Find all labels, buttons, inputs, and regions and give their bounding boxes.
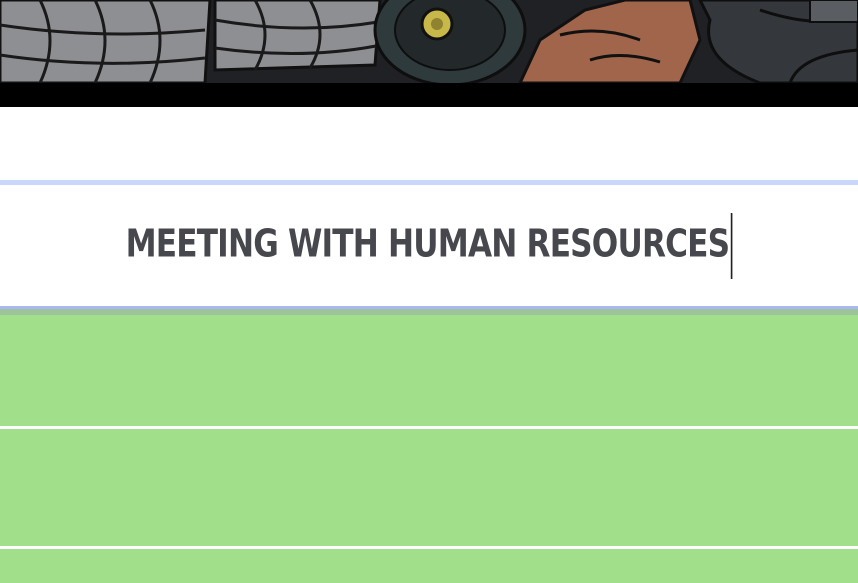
title-text[interactable]: MEETING WITH HUMAN RESOURCES xyxy=(126,221,730,265)
banner-bottom-bar xyxy=(0,83,858,107)
editable-title-block[interactable]: MEETING WITH HUMAN RESOURCES xyxy=(0,180,858,309)
comic-illustration xyxy=(0,0,858,83)
content-row[interactable] xyxy=(0,549,858,583)
title-text-wrapper[interactable]: MEETING WITH HUMAN RESOURCES xyxy=(126,212,733,279)
spacer xyxy=(0,107,858,180)
text-caret xyxy=(730,212,733,279)
content-row[interactable] xyxy=(0,429,858,546)
header-banner-image xyxy=(0,0,858,83)
content-row[interactable] xyxy=(0,315,858,426)
